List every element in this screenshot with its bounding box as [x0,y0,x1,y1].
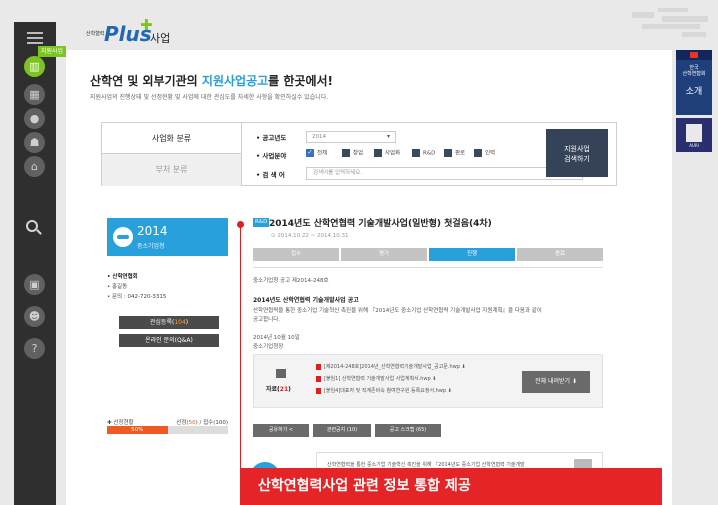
search-input[interactable]: 검색어를 입력하세요. [306,167,583,180]
timeline-dot [237,221,244,228]
attachment-item[interactable]: [제2014-248호]2014년_산학연협력기술개발사업_공고문.hwp ⬇ [316,363,466,370]
promo-banner: 산학연협력사업 관련 정보 통합 제공 [240,468,662,505]
left-rail: ▥ 지원사업 ▦ ● ☗ ⌂ ▣ ☻ ? [14,22,67,505]
download-all-button[interactable]: 전체 내려받기 ⬇ [522,371,590,393]
notice-body-line1: 산학연협력을 통한 중소기업 기술혁신 촉진을 위해 『2014년도 중소기업 … [253,308,542,314]
qna-button[interactable]: 온라인 문의(Q&A) [119,334,219,347]
attachments-label: 자료(21) [266,386,291,393]
hwp-file-icon [316,387,321,394]
notice-sign-org: 중소기업청장 [253,344,284,350]
status-steps: 접수 평가 진행 종료 [253,248,603,261]
app-frame: ▥ 지원사업 ▦ ● ☗ ⌂ ▣ ☻ ? 산학협력 Plus ✚ 사업 산학연 … [0,0,718,505]
keyword-label: • 검 색 어 [256,171,285,179]
notice-period: ⊙ 2014.10.22 ~ 2014.10.31 [271,233,349,239]
building-icon [686,124,702,142]
field-label: • 사업분야 [256,152,287,160]
notice-heading: 2014년도 산학연협력 기술개발사업 공고 [253,297,359,304]
contact-title: • 산학연협회 [107,274,138,280]
scrap-button[interactable]: 공고 스크랩 (65) [375,424,441,437]
menu-icon[interactable] [27,32,43,44]
divider [253,267,603,268]
contact-name: • 홍길동 [107,284,128,290]
ad-title: 한국 산학연협회 [682,65,706,77]
selection-progress-fill: 50% [107,426,168,434]
timeline-line [240,226,241,505]
notice-body-line2: 공고합니다. [253,317,281,323]
tab-business-category[interactable]: 사업화 분류 [102,123,242,154]
agency-name: 중소기업청 [137,243,165,250]
header-decoration [622,8,712,38]
search-icon[interactable] [26,220,38,232]
step-evaluation: 평가 [341,248,427,261]
help-icon[interactable]: ? [24,338,45,359]
notice-title[interactable]: 2014년도 산학연협력 기술개발사업(일반형) 첫걸음(4차) [269,216,492,229]
comment-text: 산학연협력을 통한 중소기업 기술혁신 촉진을 위해 『2014년도 중소기업 … [327,462,525,468]
year-value: 2014 [137,224,168,238]
check-commercialization[interactable]: 사업화 [374,149,400,158]
home-icon[interactable]: ⌂ [24,156,45,177]
check-market[interactable]: 판로 [444,149,465,158]
chart-icon[interactable]: ▥ [24,56,45,77]
chat-icon[interactable]: ● [24,108,45,129]
auri-ad[interactable]: AURI [676,118,712,152]
check-all[interactable]: ✓ 전체 [306,149,327,158]
year-select[interactable]: 2014 [306,131,396,143]
page-subline: 지원사업의 진행상태 및 선정현황 및 사업에 대한 관심도를 자세한 사항을 … [90,94,329,101]
check-startup[interactable]: 창업 [342,149,363,158]
year-card: 2014 중소기업청 [107,218,228,256]
check-rnd[interactable]: R&D [412,149,435,158]
search-button[interactable]: 지원사업 검색하기 [546,129,608,177]
selection-status: ✚ 선정현황 선정(50) / 접수(100) [107,420,228,426]
tab-ministry-category[interactable]: 부처 분류 [102,154,242,186]
rail-active-tag: 지원사업 [38,46,67,57]
association-intro-ad[interactable]: 한국 산학연협회 소개 [676,50,712,115]
hwp-file-icon [316,375,321,382]
contact-phone: • 문의 : 042-720-3315 [107,294,167,300]
related-notices-button[interactable]: 관련공지 (10) [313,424,371,437]
people-icon[interactable]: ☗ [24,132,45,153]
attachment-item[interactable]: [붙임4]대표자 및 직계존비속 참여연구원 등록요청서.hwp ⬇ [316,387,452,394]
interest-button[interactable]: 관심등록(104) [119,316,219,329]
attachments-box: 자료(21) [제2014-248호]2014년_산학연협력기술개발사업_공고문… [253,354,603,408]
calendar-icon[interactable]: ▦ [24,84,45,105]
logo-prefix: 산학협력 [86,31,105,37]
lock-icon[interactable]: ▣ [24,274,45,295]
share-button[interactable]: 공유하기 < [253,424,309,437]
main-panel: 산학연 및 외부기관의 지원사업공고를 한곳에서! 지원사업의 진행상태 및 선… [66,50,672,505]
step-progress: 진행 [429,248,515,261]
save-icon [276,369,286,378]
hwp-file-icon [316,363,321,370]
year-label: • 공고년도 [256,134,287,142]
step-closed: 종료 [517,248,603,261]
user-icon[interactable]: ☻ [24,306,45,327]
category-badge: R&D [253,218,270,227]
logo-suffix: 사업 [150,32,171,45]
attachment-item[interactable]: [붙임1] 산학연협력 기술개발사업 사업계획서.hwp ⬇ [316,375,436,382]
selection-progress-bar: 50% [107,426,228,434]
check-hr[interactable]: 인력 [474,149,495,158]
step-receipt: 접수 [253,248,339,261]
notice-number: 중소기업청 공고 제2014-248호 [253,278,329,284]
agency-logo-icon [113,227,133,247]
notice-sign-date: 2014년 10월 10일 [253,335,300,341]
ad-big-text: 소개 [685,87,703,97]
page-headline: 산학연 및 외부기관의 지원사업공고를 한곳에서! [90,74,334,88]
flag-icon [676,50,712,60]
auri-ad-label: AURI [689,143,699,148]
filter-box: 사업화 분류 부처 분류 • 공고년도 2014 • 사업분야 ✓전체 창업 사… [101,122,617,186]
